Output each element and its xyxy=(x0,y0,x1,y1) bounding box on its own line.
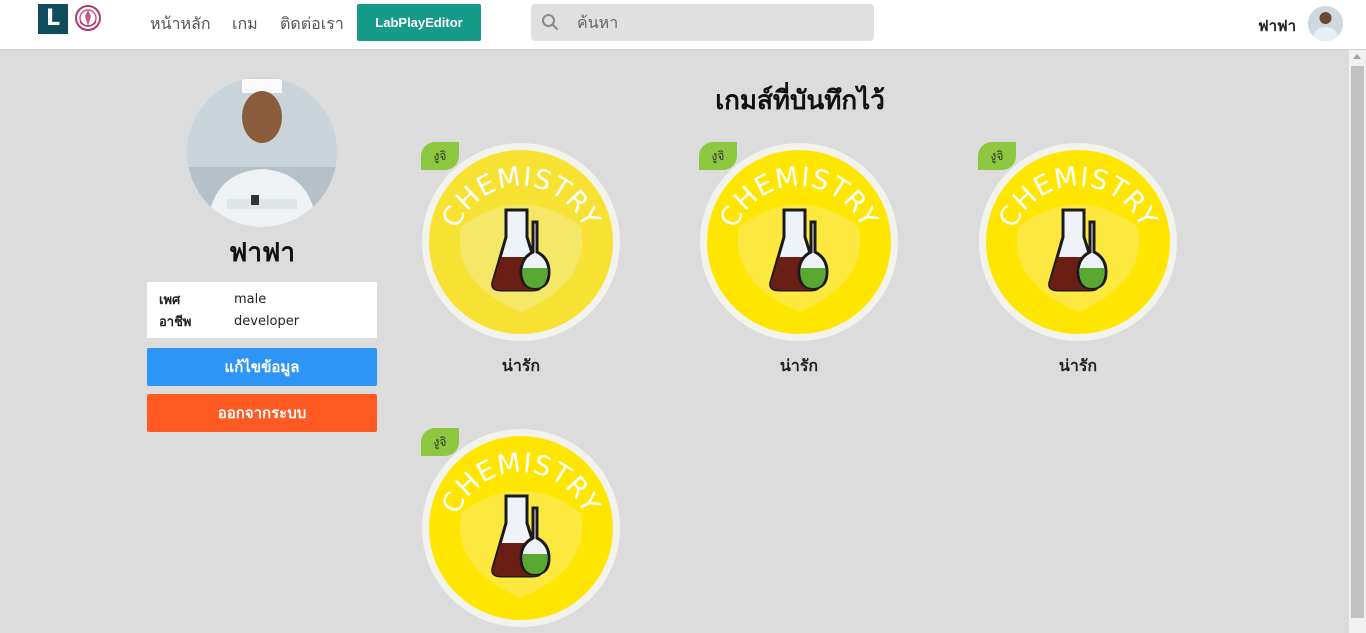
labplay-editor-button[interactable]: LabPlayEditor xyxy=(357,4,481,41)
game-label: น่ารัก xyxy=(1058,356,1098,375)
nav-game-link[interactable]: เกม xyxy=(232,12,258,37)
game-label: น่ารัก xyxy=(501,356,541,375)
chemistry-game-image: CHEMISTRY xyxy=(422,429,620,627)
search-icon xyxy=(542,14,558,30)
saved-game-card[interactable]: CHEMISTRY งูจิ น่ารัก xyxy=(421,142,631,382)
game-label: น่ารัก xyxy=(779,356,819,375)
info-key: เพศ xyxy=(159,292,181,308)
saved-game-card[interactable]: CHEMISTRY งูจิ น่ารัก xyxy=(978,142,1188,382)
site-logo[interactable]: L xyxy=(38,4,68,34)
nav-user-avatar[interactable] xyxy=(1308,6,1343,41)
top-navbar: L หน้าหลัก เกม ติดต่อเรา LabPlayEditor ฟ… xyxy=(0,0,1366,50)
page-scrollbar[interactable] xyxy=(1349,50,1366,633)
chemistry-game-image: CHEMISTRY xyxy=(979,143,1177,341)
game-badge: งูจิ xyxy=(421,428,459,456)
chemistry-game-image: CHEMISTRY xyxy=(422,143,620,341)
chemistry-game-image: CHEMISTRY xyxy=(700,143,898,341)
info-key: อาชีพ xyxy=(159,314,192,330)
game-badge: งูจิ xyxy=(421,142,459,170)
scroll-up-arrow-icon[interactable] xyxy=(1353,54,1361,59)
saved-game-card[interactable]: CHEMISTRY งูจิ น่ารัก xyxy=(699,142,909,382)
game-badge: งูจิ xyxy=(699,142,737,170)
school-seal-logo[interactable] xyxy=(74,4,102,32)
saved-game-card[interactable]: CHEMISTRY งูจิ xyxy=(421,428,631,633)
info-value: developer xyxy=(234,313,300,329)
info-value: male xyxy=(234,291,267,307)
info-row-gender: เพศ male xyxy=(159,288,365,310)
search-input[interactable] xyxy=(577,4,867,41)
profile-name: ฟาฟา xyxy=(228,238,295,268)
profile-info-table: เพศ male อาชีพ developer xyxy=(147,282,377,338)
search-bar xyxy=(531,4,874,41)
edit-profile-button[interactable]: แก้ไขข้อมูล xyxy=(147,348,377,386)
game-badge: งูจิ xyxy=(978,142,1016,170)
profile-avatar xyxy=(187,77,337,227)
info-row-occupation: อาชีพ developer xyxy=(159,310,365,332)
nav-home-link[interactable]: หน้าหลัก xyxy=(150,12,211,37)
scrollbar-thumb[interactable] xyxy=(1351,66,1364,618)
nav-contact-link[interactable]: ติดต่อเรา xyxy=(280,12,344,37)
nav-user-name[interactable]: ฟาฟา xyxy=(1258,14,1296,38)
logout-button[interactable]: ออกจากระบบ xyxy=(147,394,377,432)
saved-games-title: เกมส์ที่บันทึกไว้ xyxy=(715,86,885,116)
